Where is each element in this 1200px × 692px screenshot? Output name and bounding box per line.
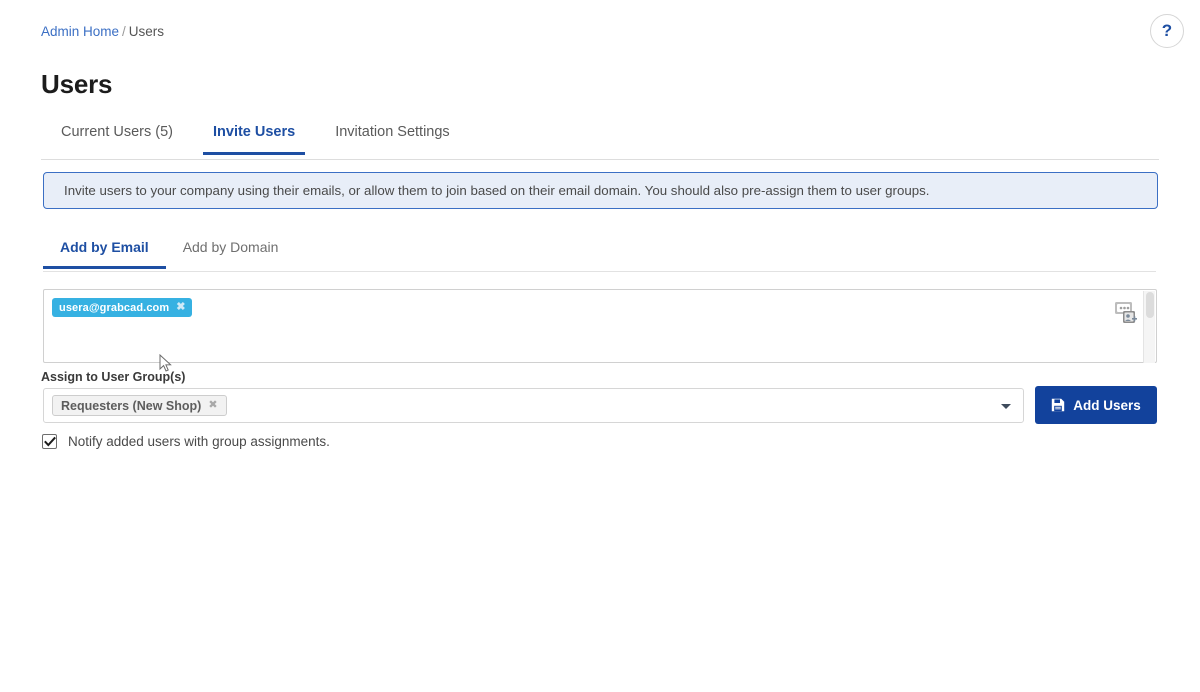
group-chip-label: Requesters (New Shop) — [61, 398, 202, 413]
chevron-down-icon[interactable] — [1001, 404, 1011, 409]
tab-add-by-email[interactable]: Add by Email — [43, 238, 166, 269]
info-banner-text: Invite users to your company using their… — [64, 183, 930, 198]
add-users-button-label: Add Users — [1073, 397, 1141, 413]
scrollbar-thumb[interactable] — [1146, 292, 1154, 318]
primary-tab-bar: Current Users (5) Invite Users Invitatio… — [41, 122, 1159, 160]
page-title: Users — [41, 69, 113, 99]
info-banner: Invite users to your company using their… — [43, 172, 1158, 209]
breadcrumb-link-admin-home[interactable]: Admin Home — [41, 24, 119, 39]
secondary-tab-bar: Add by Email Add by Domain — [43, 238, 1156, 272]
group-chip[interactable]: Requesters (New Shop) ✖ — [52, 395, 227, 416]
contacts-add-icon[interactable] — [1114, 300, 1140, 326]
assign-group-label: Assign to User Group(s) — [41, 370, 186, 384]
users-admin-page: ? Admin Home / Users Users Current Users (… — [0, 0, 1200, 692]
breadcrumb: Admin Home / Users — [41, 24, 164, 39]
tab-current-users[interactable]: Current Users (5) — [41, 122, 193, 154]
email-chip[interactable]: usera@grabcad.com ✖ — [52, 298, 193, 317]
question-mark-icon: ? — [1161, 21, 1173, 40]
checkmark-icon — [43, 436, 56, 446]
save-floppy-icon — [1051, 398, 1065, 412]
group-chip-remove-icon[interactable]: ✖ — [208, 400, 217, 411]
email-input-area[interactable]: usera@grabcad.com ✖ — [43, 289, 1157, 363]
help-button[interactable]: ? — [1150, 14, 1184, 48]
add-users-button[interactable]: Add Users — [1035, 386, 1157, 424]
email-area-scrollbar[interactable] — [1143, 291, 1155, 363]
notify-checkbox-label: Notify added users with group assignment… — [68, 434, 330, 449]
breadcrumb-current: Users — [128, 24, 165, 39]
notify-row: Notify added users with group assignment… — [42, 434, 330, 449]
email-chip-remove-icon[interactable]: ✖ — [176, 302, 185, 313]
assign-group-select[interactable]: Requesters (New Shop) ✖ — [43, 388, 1024, 423]
tab-invitation-settings[interactable]: Invitation Settings — [315, 122, 469, 154]
notify-checkbox[interactable] — [42, 434, 57, 449]
breadcrumb-separator: / — [122, 24, 126, 39]
tab-invite-users[interactable]: Invite Users — [193, 122, 315, 155]
tab-add-by-domain[interactable]: Add by Domain — [166, 238, 296, 268]
email-chip-label: usera@grabcad.com — [59, 301, 170, 314]
